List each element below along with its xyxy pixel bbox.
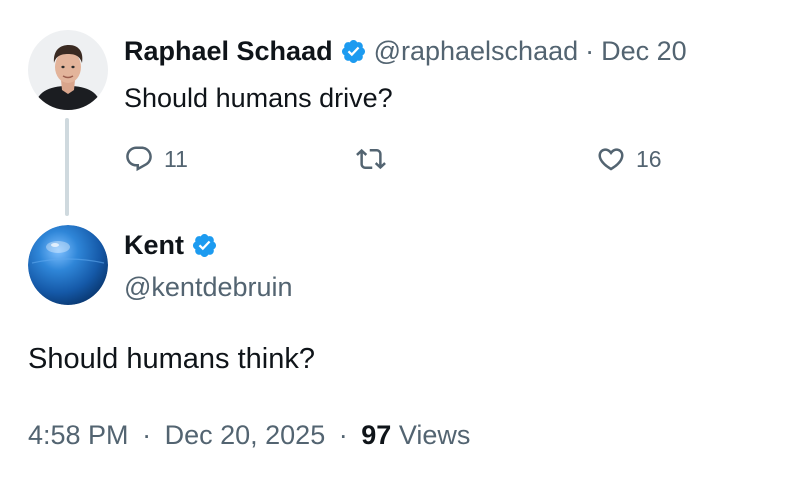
views-count[interactable]: 97 (361, 420, 391, 450)
blue-exercise-ball-avatar-icon (28, 225, 108, 305)
reply-author-handle[interactable]: @raphaelschaad (374, 36, 579, 67)
person-avatar-icon (28, 30, 108, 110)
meta-separator: · (142, 420, 152, 450)
reply-date[interactable]: Dec 20 (601, 36, 687, 67)
thread-connector-line (65, 118, 69, 216)
avatar-kent[interactable] (28, 225, 108, 305)
reply-tweet-header: Raphael Schaad @raphaelschaad · Dec 20 (124, 33, 687, 69)
verified-badge-icon (340, 38, 367, 65)
reply-count: 11 (164, 145, 188, 172)
heart-icon (598, 148, 624, 171)
main-author-handle[interactable]: @kentdebruin (124, 270, 293, 304)
header-separator: · (585, 35, 595, 66)
meta-separator: · (338, 420, 348, 450)
reply-button[interactable]: 11 (124, 141, 188, 177)
verified-badge-icon (191, 232, 218, 259)
tweet-meta: 4:58 PM · Dec 20, 2025 · 97 Views (28, 418, 470, 452)
avatar-raphael-schaad[interactable] (28, 30, 108, 110)
like-count: 16 (636, 145, 662, 172)
main-tweet-text: Should humans think? (28, 343, 315, 375)
main-tweet-header: Kent (124, 227, 225, 263)
tweet-date[interactable]: Dec 20, 2025 (165, 420, 326, 450)
retweet-button[interactable] (356, 141, 386, 177)
views-label: Views (398, 420, 471, 450)
like-button[interactable]: 16 (596, 141, 662, 177)
main-author-name[interactable]: Kent (124, 230, 184, 261)
reply-icon (126, 146, 152, 172)
reply-author-name[interactable]: Raphael Schaad (124, 36, 333, 67)
tweet-time[interactable]: 4:58 PM (28, 420, 129, 450)
retweet-icon (356, 148, 386, 170)
reply-tweet-text: Should humans drive? (124, 83, 393, 113)
